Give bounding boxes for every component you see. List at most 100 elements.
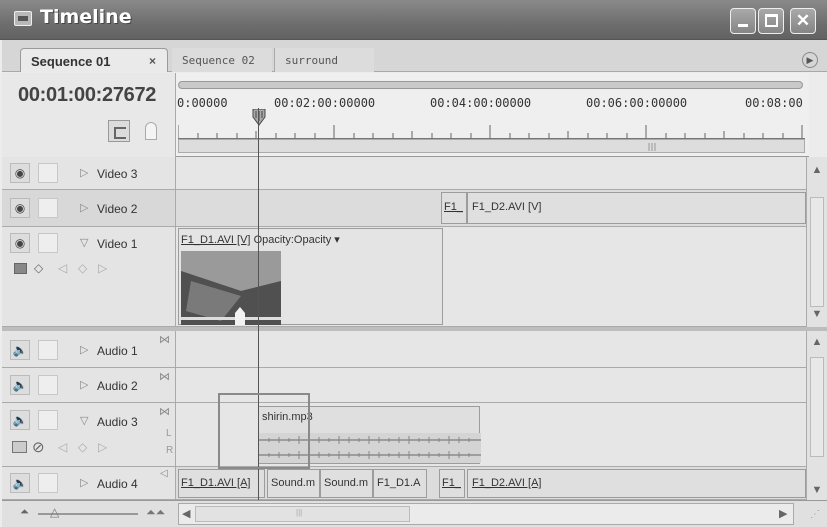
clip[interactable]: F1_ bbox=[441, 192, 467, 224]
lock-toggle[interactable] bbox=[38, 375, 58, 395]
triangle-icon[interactable]: ▽ bbox=[80, 236, 88, 249]
zoom-slider-thumb[interactable]: △ bbox=[50, 505, 59, 519]
clip[interactable]: F1_D2.AVI [V] bbox=[467, 192, 806, 224]
lock-toggle[interactable] bbox=[38, 163, 58, 183]
lock-toggle[interactable] bbox=[38, 410, 58, 430]
zoom-out-icon[interactable]: ⏶ bbox=[20, 506, 29, 519]
audio-clip[interactable]: F1_ bbox=[439, 469, 465, 498]
clip-name-group: F1_D1.AVI [V] Opacity:Opacity ▾ bbox=[181, 233, 340, 246]
effect-dropdown[interactable]: Opacity:Opacity ▾ bbox=[254, 234, 340, 246]
scroll-right-icon[interactable]: ▶ bbox=[779, 507, 787, 520]
scroll-thumb[interactable] bbox=[810, 197, 824, 307]
eye-icon[interactable]: ◉ bbox=[10, 233, 30, 253]
audio-clip[interactable]: F1_D1.A bbox=[373, 469, 427, 498]
track-video-2[interactable]: F1_ F1_D2.AVI [V] bbox=[176, 190, 806, 227]
tab-label: surround bbox=[285, 54, 338, 67]
channel-icon: ⋈ bbox=[159, 334, 170, 346]
speaker-icon[interactable]: 🔈 bbox=[10, 340, 30, 360]
scroll-down-icon[interactable]: ▼ bbox=[810, 483, 824, 497]
tab-label: Sequence 01 bbox=[31, 54, 111, 69]
minimize-icon bbox=[738, 24, 748, 27]
add-keyframe-icon[interactable]: ◇ bbox=[78, 440, 87, 454]
panel-menu-button[interactable]: ▶ bbox=[802, 52, 818, 68]
set-marker-button[interactable] bbox=[145, 122, 157, 140]
scroll-up-icon[interactable]: ▲ bbox=[810, 163, 824, 177]
clip-name: F1_D2.AVI [A] bbox=[472, 477, 542, 489]
zoom-scroll-bar[interactable] bbox=[178, 81, 803, 89]
lock-toggle[interactable] bbox=[38, 340, 58, 360]
next-keyframe-icon[interactable]: ▷ bbox=[98, 261, 107, 275]
scroll-down-icon[interactable]: ▼ bbox=[810, 307, 824, 321]
speaker-icon[interactable]: 🔈 bbox=[10, 473, 30, 493]
tab-sequence-02[interactable]: Sequence 02 bbox=[172, 48, 272, 72]
tab-surround[interactable]: surround bbox=[274, 48, 374, 72]
scroll-left-icon[interactable]: ◀ bbox=[182, 507, 190, 520]
horizontal-scrollbar[interactable]: ◀ ||| ▶ bbox=[178, 503, 794, 525]
speaker-icon[interactable]: 🔈 bbox=[10, 410, 30, 430]
work-area-bar[interactable] bbox=[178, 139, 805, 153]
close-window-button[interactable]: ✕ bbox=[790, 8, 816, 34]
track-header-video-2: ◉ ▷ Video 2 bbox=[2, 190, 176, 227]
triangle-icon[interactable]: ▷ bbox=[80, 343, 88, 356]
scroll-up-icon[interactable]: ▲ bbox=[810, 335, 824, 349]
previous-keyframe-icon[interactable]: ◁ bbox=[58, 261, 67, 275]
snap-toggle-button[interactable] bbox=[108, 120, 130, 142]
speaker-icon[interactable]: 🔈 bbox=[10, 375, 30, 395]
eye-icon[interactable]: ◉ bbox=[10, 198, 30, 218]
lock-toggle[interactable] bbox=[38, 198, 58, 218]
clip-thumbnail bbox=[181, 251, 281, 325]
display-style-icon[interactable] bbox=[14, 263, 27, 274]
ruler-label: 00:06:00:00000 bbox=[586, 96, 688, 110]
add-keyframe-icon[interactable]: ◇ bbox=[78, 261, 87, 275]
sequence-tabs: Sequence 01 × Sequence 02 surround ▶ bbox=[2, 40, 827, 72]
triangle-icon[interactable]: ▷ bbox=[80, 476, 88, 489]
audio-tracks-scrollbar[interactable]: ▲ ▼ bbox=[806, 331, 827, 500]
clip-name: F1_ bbox=[444, 201, 463, 213]
triangle-icon[interactable]: ▽ bbox=[80, 414, 88, 427]
next-keyframe-icon[interactable]: ▷ bbox=[98, 440, 107, 454]
tab-close-icon[interactable]: × bbox=[149, 54, 156, 68]
mute-icon[interactable]: ⊘ bbox=[32, 438, 45, 456]
resize-grip-icon[interactable]: ⋰ bbox=[810, 509, 820, 520]
channel-left-label: L bbox=[166, 428, 172, 439]
track-video-1[interactable]: F1_D1.AVI [V] Opacity:Opacity ▾ bbox=[176, 227, 806, 327]
window-titlebar: Timeline ✕ bbox=[0, 0, 827, 40]
minimize-button[interactable] bbox=[730, 8, 756, 34]
audio-clip[interactable]: F1_D2.AVI [A] bbox=[467, 469, 806, 498]
track-header-audio-2: 🔈 ▷ Audio 2 ⋈ bbox=[2, 368, 176, 403]
triangle-icon[interactable]: ▷ bbox=[80, 201, 88, 214]
timeline-header: 00:01:00:27672 bbox=[2, 73, 176, 157]
tab-sequence-01[interactable]: Sequence 01 × bbox=[20, 48, 168, 72]
zoom-in-icon[interactable]: ⏶⏶ bbox=[146, 505, 165, 520]
channel-icon: ⋈ bbox=[159, 406, 170, 418]
clip-name: Sound.m bbox=[324, 477, 369, 489]
keyframe-toggle-icon[interactable]: ◇ bbox=[34, 261, 43, 275]
clip-name: F1_D1.AVI [V] bbox=[181, 234, 251, 246]
maximize-button[interactable] bbox=[758, 8, 784, 34]
video-tracks-scrollbar[interactable]: ▲ ▼ bbox=[806, 157, 827, 327]
lock-toggle[interactable] bbox=[38, 473, 58, 493]
selection-marquee bbox=[218, 393, 310, 469]
track-label: Video 1 bbox=[97, 237, 138, 251]
audio-clip[interactable]: F1_D1.AVI [A] bbox=[178, 469, 265, 498]
clip-name: F1_D1.AVI [A] bbox=[181, 477, 251, 489]
playhead-handle-icon[interactable] bbox=[252, 109, 266, 127]
triangle-icon[interactable]: ▷ bbox=[80, 378, 88, 391]
waveform-display-icon[interactable] bbox=[12, 441, 27, 453]
audio-clip[interactable]: Sound.m bbox=[320, 469, 373, 498]
clip[interactable]: F1_D1.AVI [V] Opacity:Opacity ▾ bbox=[178, 228, 443, 325]
track-label: Audio 2 bbox=[97, 379, 138, 393]
track-video-3[interactable] bbox=[176, 157, 806, 190]
time-ruler[interactable]: 0:00000 00:02:00:00000 00:04:00:00000 00… bbox=[176, 73, 809, 157]
scroll-thumb[interactable]: ||| bbox=[195, 506, 410, 522]
audio-clip[interactable]: Sound.m bbox=[267, 469, 320, 498]
current-timecode[interactable]: 00:01:00:27672 bbox=[18, 84, 156, 107]
scroll-thumb[interactable] bbox=[810, 357, 824, 457]
triangle-icon[interactable]: ▷ bbox=[80, 166, 88, 179]
track-audio-4[interactable]: F1_D1.AVI [A] Sound.m Sound.m F1_D1.A F1… bbox=[176, 467, 806, 500]
lock-toggle[interactable] bbox=[38, 233, 58, 253]
eye-icon[interactable]: ◉ bbox=[10, 163, 30, 183]
previous-keyframe-icon[interactable]: ◁ bbox=[58, 440, 67, 454]
track-audio-1[interactable] bbox=[176, 331, 806, 368]
track-header-video-1: ◉ ▽ Video 1 ◇ ◁ ◇ ▷ bbox=[2, 227, 176, 327]
